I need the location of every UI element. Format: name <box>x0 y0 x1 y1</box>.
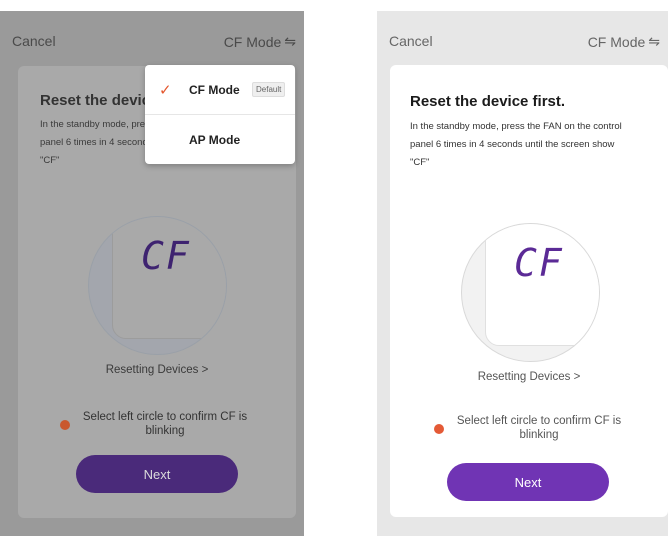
confirm-radio[interactable] <box>60 420 70 430</box>
dropdown-item-ap-mode[interactable]: AP Mode <box>145 115 295 164</box>
next-button[interactable]: Next <box>76 455 238 493</box>
cf-display-text: CF <box>514 241 564 285</box>
confirm-text: Select left circle to confirm CF is blin… <box>456 415 622 441</box>
cancel-button[interactable]: Cancel <box>12 33 56 49</box>
dropdown-item-cf-mode[interactable]: ✓ CF Mode Default <box>145 65 295 115</box>
card-description: In the standby mode, press the FAN on th… <box>410 121 622 168</box>
device-image-circle: CF <box>88 216 227 355</box>
swap-icon: ⇋ <box>648 33 660 49</box>
cancel-button[interactable]: Cancel <box>389 33 433 49</box>
right-screen: Cancel CF Mode ⇋ Reset the device first.… <box>377 11 668 536</box>
next-button[interactable]: Next <box>447 463 609 501</box>
mode-dropdown-menu: ✓ CF Mode Default AP Mode <box>145 65 295 164</box>
instruction-card: Reset the device first. In the standby m… <box>390 65 668 517</box>
checkmark-icon: ✓ <box>159 81 172 99</box>
device-display-panel: CF <box>485 224 599 346</box>
mode-label: CF Mode <box>223 33 282 50</box>
top-bar: Cancel CF Mode ⇋ <box>0 33 304 53</box>
confirm-radio[interactable] <box>434 424 444 434</box>
swap-icon: ⇋ <box>284 33 296 49</box>
dropdown-item-label: CF Mode <box>189 82 240 97</box>
dropdown-item-label: AP Mode <box>189 132 241 147</box>
confirm-text: Select left circle to confirm CF is blin… <box>82 411 248 437</box>
mode-toggle-button[interactable]: CF Mode ⇋ <box>224 33 296 50</box>
confirm-row[interactable]: Select left circle to confirm CF is blin… <box>434 414 634 442</box>
mode-toggle-button[interactable]: CF Mode ⇋ <box>588 33 660 50</box>
resetting-devices-link[interactable]: Resetting Devices > <box>390 371 668 383</box>
left-screen: Cancel CF Mode ⇋ Reset the device In the… <box>0 11 304 536</box>
device-image-circle: CF <box>461 223 600 362</box>
card-title: Reset the device <box>40 92 159 109</box>
device-display-panel: CF <box>112 217 226 339</box>
cf-display-text: CF <box>141 234 191 278</box>
card-title: Reset the device first. <box>410 93 566 110</box>
resetting-devices-link[interactable]: Resetting Devices > <box>18 364 296 376</box>
confirm-row[interactable]: Select left circle to confirm CF is blin… <box>60 410 260 438</box>
default-badge: Default <box>252 82 286 97</box>
mode-label: CF Mode <box>587 33 646 50</box>
top-bar: Cancel CF Mode ⇋ <box>377 33 668 53</box>
